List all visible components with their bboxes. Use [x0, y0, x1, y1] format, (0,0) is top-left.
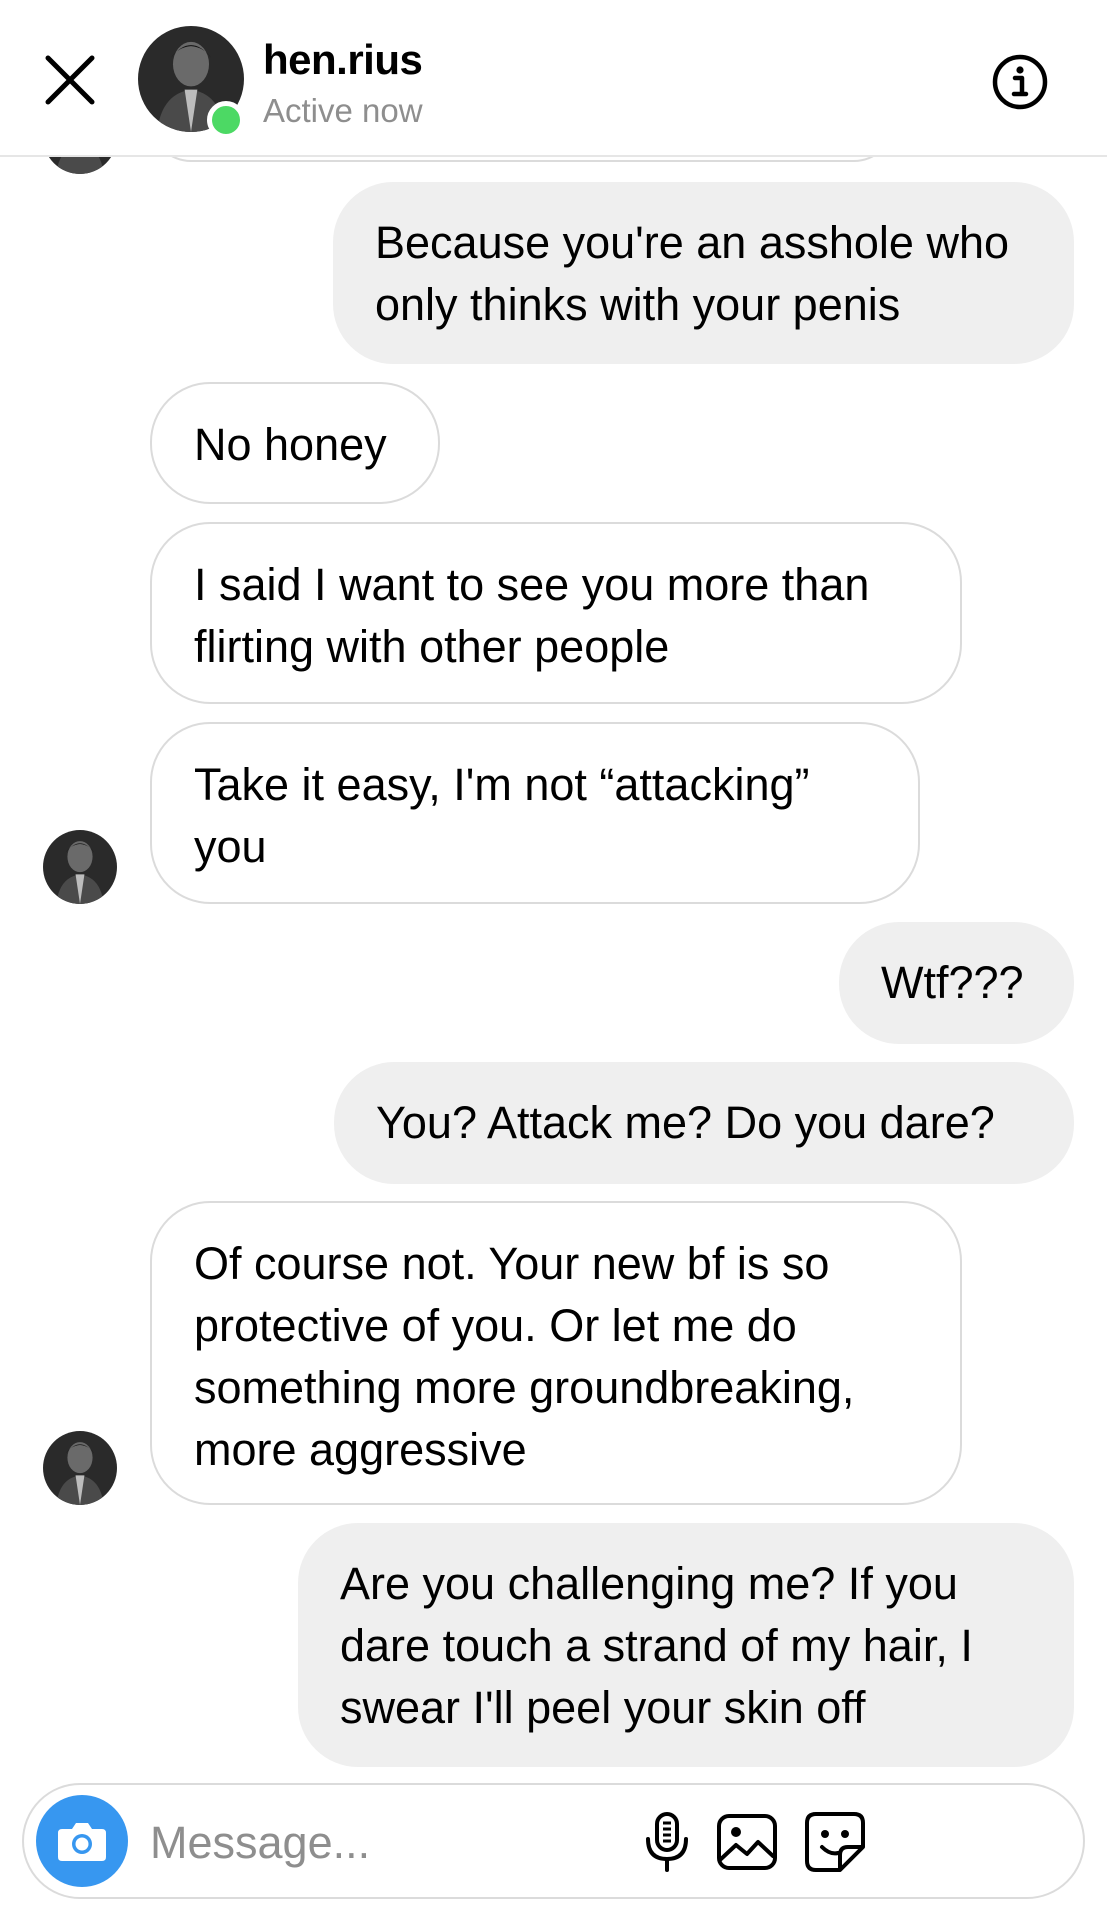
active-status: Active now: [263, 92, 423, 129]
message-input[interactable]: [148, 1807, 632, 1879]
chat-username[interactable]: hen.rius: [263, 36, 423, 84]
message-bubble-outgoing[interactable]: You? Attack me? Do you dare?: [334, 1062, 1074, 1184]
message-bubble-incoming[interactable]: Take it easy, I'm not “attacking” you: [150, 722, 920, 904]
message-bubble-outgoing[interactable]: Wtf???: [839, 922, 1074, 1044]
message-bubble-incoming[interactable]: No honey: [150, 382, 440, 504]
message-bubble-outgoing[interactable]: Because you're an asshole who only think…: [333, 182, 1074, 364]
gallery-icon[interactable]: [714, 1809, 780, 1875]
message-bubble-incoming[interactable]: I said I want to see you more than flirt…: [150, 522, 962, 704]
sticker-icon[interactable]: [802, 1809, 868, 1875]
sender-avatar[interactable]: [43, 1431, 117, 1505]
message-composer: [22, 1783, 1085, 1899]
online-status-dot: [207, 101, 245, 139]
camera-icon[interactable]: [36, 1795, 128, 1887]
message-thread: Because you're an asshole who only think…: [0, 0, 1107, 1920]
message-bubble-outgoing[interactable]: Are you challenging me? If you dare touc…: [298, 1523, 1074, 1767]
sender-avatar[interactable]: [43, 830, 117, 904]
microphone-icon[interactable]: [634, 1809, 700, 1875]
close-icon[interactable]: [40, 50, 100, 110]
info-icon[interactable]: [990, 52, 1050, 112]
chat-header: hen.rius Active now: [0, 0, 1107, 157]
message-bubble-incoming[interactable]: Of course not. Your new bf is so protect…: [150, 1201, 962, 1505]
